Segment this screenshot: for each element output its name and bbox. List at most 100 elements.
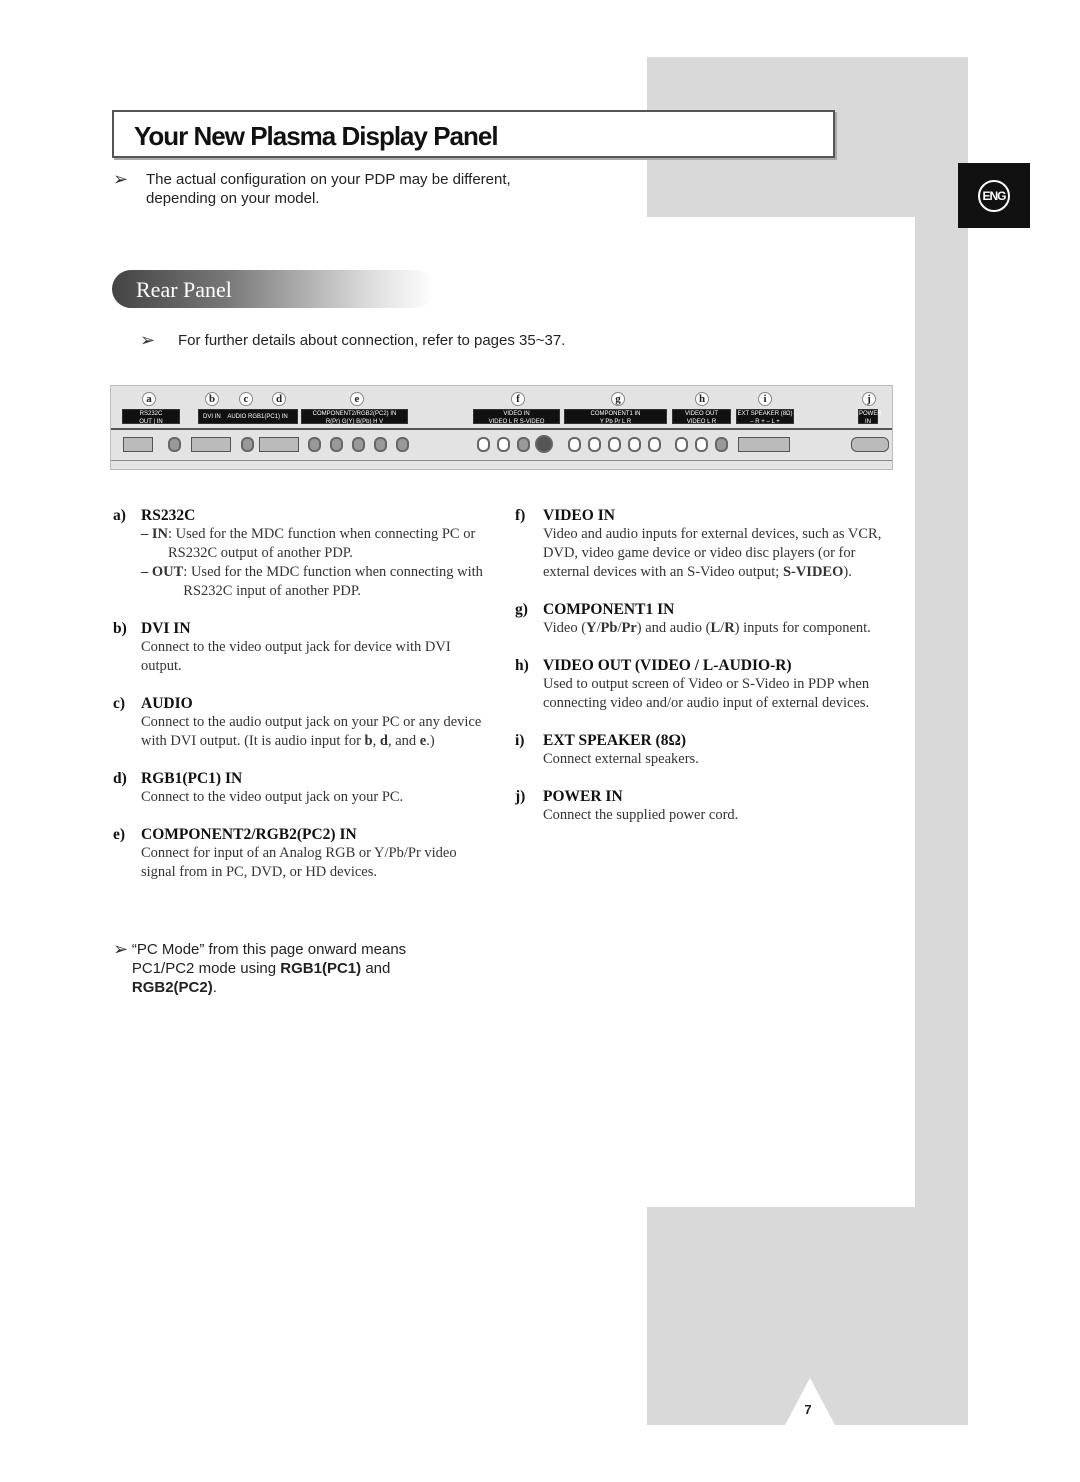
power-socket: [851, 437, 889, 452]
note-text: The actual configuration on your PDP may…: [146, 171, 511, 207]
rca-jack: [374, 437, 387, 452]
rca-jack: [715, 437, 728, 452]
item-f: f) VIDEO IN Video and audio inputs for ext…: [515, 506, 890, 582]
item-body: Used to output screen of Video or S-Vide…: [515, 675, 890, 713]
item-body: Connect external speakers.: [515, 750, 890, 769]
item-body: Connect the supplied power cord.: [515, 806, 890, 825]
rca-jack: [628, 437, 641, 452]
item-key: j): [515, 788, 526, 805]
rca-jack: [396, 437, 409, 452]
text-run: Connect for input of an Analog RGB or Y/…: [141, 845, 457, 880]
sub-item: – IN : Used for the MDC function when co…: [141, 525, 488, 563]
item-j: j) POWER IN Connect the supplied power cor…: [515, 787, 890, 825]
note-top: ➢ The actual configuration on your PDP m…: [113, 170, 553, 208]
item-key: i): [515, 732, 525, 749]
rs232c-in-jack: [168, 437, 181, 452]
sub-item: – OUT : Used for the MDC function when c…: [141, 563, 488, 601]
text-run: Connect to the video output jack for dev…: [141, 639, 451, 674]
text-run: , and: [387, 733, 420, 749]
connector-letter-e: e: [350, 392, 364, 406]
panel-edge: [111, 460, 892, 461]
note-text: “PC Mode” from this page onward means PC…: [132, 940, 443, 997]
rca-jack: [517, 437, 530, 452]
item-body: Connect to the audio output jack on your…: [113, 713, 488, 751]
label-video-in: VIDEO IN VIDEO L R S-VIDEO: [473, 409, 560, 425]
rca-jack: [588, 437, 601, 452]
connector-letter-j: j: [862, 392, 876, 406]
label-ext-speaker: EXT SPEAKER (8Ω) – R + – L +: [736, 409, 794, 425]
connector-letter-g: g: [611, 392, 625, 406]
right-column: f) VIDEO IN Video and audio inputs for ext…: [515, 506, 890, 843]
left-column: a) RS232C – IN : Used for the MDC function…: [113, 506, 488, 900]
item-title: VIDEO IN: [543, 507, 615, 524]
item-c: c) AUDIO Connect to the audio output jack …: [113, 694, 488, 751]
item-e: e) COMPONENT2/RGB2(PC2) IN Connect for inp…: [113, 825, 488, 882]
language-badge: ENG: [978, 179, 1010, 212]
item-heading: e) COMPONENT2/RGB2(PC2) IN: [113, 825, 488, 844]
item-heading: i) EXT SPEAKER (8Ω): [515, 731, 890, 750]
note-section: ➢ For further details about connection, …: [140, 331, 640, 350]
sub-text: : Used for the MDC function when connect…: [168, 526, 476, 561]
item-a: a) RS232C – IN : Used for the MDC function…: [113, 506, 488, 601]
item-title: AUDIO: [141, 695, 193, 712]
item-body: Connect for input of an Analog RGB or Y/…: [113, 844, 488, 882]
item-i: i) EXT SPEAKER (8Ω) Connect external speak…: [515, 731, 890, 769]
rca-jack: [497, 437, 510, 452]
text-run: ).: [843, 564, 852, 580]
page-number: 7: [804, 1402, 812, 1417]
arrow-icon: ➢: [140, 330, 156, 350]
label-dvi-audio-rgb1: DVI IN AUDIO RGB1(PC1) IN: [198, 409, 298, 424]
panel-edge: [111, 428, 892, 430]
item-body: Connect to the video output jack for dev…: [113, 638, 488, 676]
text-run: ) inputs for component.: [734, 620, 871, 636]
note-text: For further details about connection, re…: [178, 332, 566, 349]
rca-jack: [675, 437, 688, 452]
item-key: g): [515, 601, 528, 618]
text-run: Pb: [600, 620, 618, 636]
item-heading: f) VIDEO IN: [515, 506, 890, 525]
rs232c-port: [123, 437, 153, 452]
text-run: Y: [586, 620, 597, 636]
audio-jack: [241, 437, 254, 452]
text-run: RGB2(PC2): [131, 979, 213, 996]
item-heading: d) RGB1(PC1) IN: [113, 769, 488, 788]
rca-jack: [352, 437, 365, 452]
label-rs232c: RS232C OUT | IN: [122, 409, 180, 425]
text-run: Connect to the video output jack on your…: [141, 789, 404, 805]
item-key: e): [113, 826, 126, 843]
text-run: d: [379, 733, 388, 749]
item-d: d) RGB1(PC1) IN Connect to the video outpu…: [113, 769, 488, 807]
item-body: Video and audio inputs for external devi…: [515, 525, 890, 582]
page-title: Your New Plasma Display Panel: [134, 121, 499, 151]
note-bottom: ➢ “PC Mode” from this page onward means …: [113, 940, 443, 997]
connector-letter-a: a: [142, 392, 156, 406]
item-key: f): [515, 507, 526, 524]
text-run: b: [364, 733, 373, 749]
speaker-terminals: [738, 437, 790, 452]
item-key: c): [113, 695, 126, 712]
item-heading: h) VIDEO OUT (VIDEO / L-AUDIO-R): [515, 656, 890, 675]
rca-jack: [308, 437, 321, 452]
language-tab: ENG: [958, 163, 1030, 228]
rgb1-port: [259, 437, 299, 452]
item-heading: a) RS232C: [113, 506, 488, 525]
section-title: Rear Panel: [112, 270, 435, 308]
item-b: b) DVI IN Connect to the video output jack…: [113, 619, 488, 676]
item-g: g) COMPONENT1 IN Video (Y/Pb/Pr) and audio…: [515, 600, 890, 638]
item-key: d): [113, 770, 127, 787]
item-title: EXT SPEAKER (8Ω): [543, 732, 687, 749]
connector-letter-f: f: [511, 392, 525, 406]
rca-jack: [568, 437, 581, 452]
s-video-jack: [535, 435, 553, 453]
label-component2: COMPONENT2/RGB2(PC2) IN R(Pr) G(Y) B(Pb) …: [301, 409, 408, 425]
item-title: VIDEO OUT (VIDEO / L-AUDIO-R): [543, 657, 792, 674]
text-run: Connect external speakers.: [543, 751, 699, 767]
arrow-icon: ➢: [113, 939, 129, 959]
text-run: Pr: [621, 620, 637, 636]
rca-jack: [608, 437, 621, 452]
item-heading: g) COMPONENT1 IN: [515, 600, 890, 619]
item-title: POWER IN: [543, 788, 623, 805]
text-run: Used to output screen of Video or S-Vide…: [543, 676, 870, 711]
item-key: h): [515, 657, 529, 674]
dvi-port: [191, 437, 231, 452]
